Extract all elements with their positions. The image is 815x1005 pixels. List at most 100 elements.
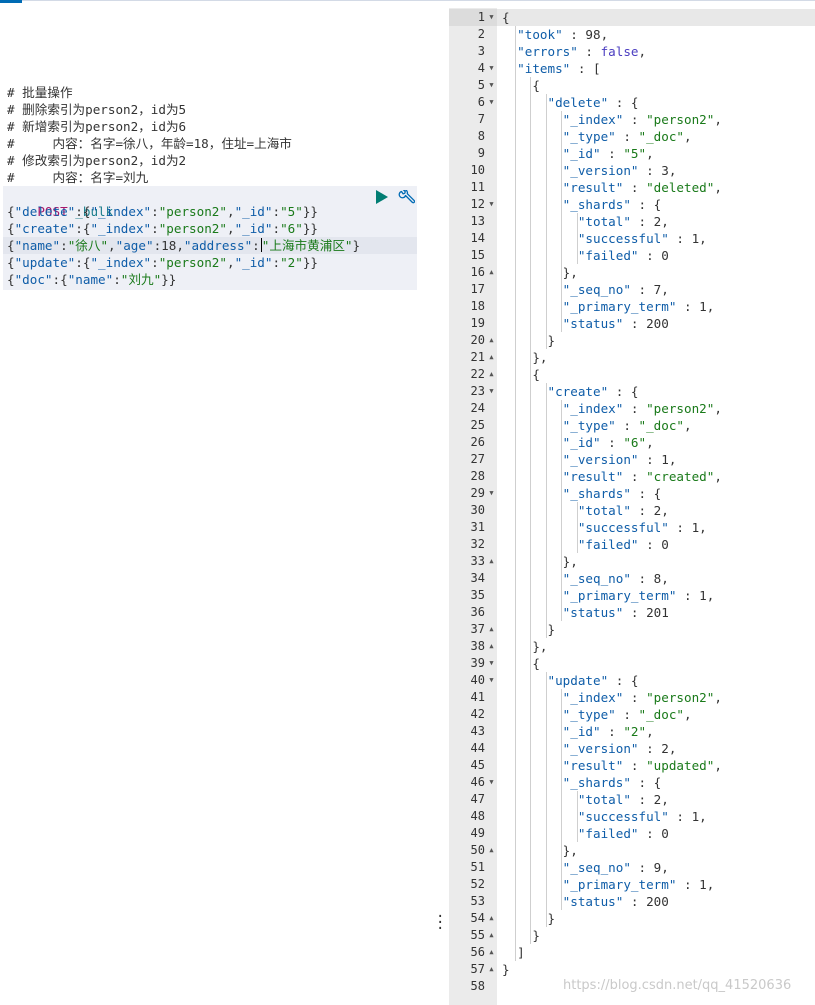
fold-collapse-icon[interactable]: ▼ [487,9,496,26]
fold-collapse-icon[interactable]: ▼ [487,196,496,213]
response-line: "_id" : "2", [562,724,654,739]
line-number: 41 [470,690,485,704]
response-line: "_index" : "person2", [562,690,722,705]
fold-collapse-icon[interactable]: ▼ [487,655,496,672]
fold-collapse-icon[interactable]: ▼ [487,774,496,791]
run-button[interactable] [373,189,389,205]
line-number: 35 [470,588,485,602]
response-line: "result" : "updated", [562,758,722,773]
response-line: ] [502,945,525,960]
fold-expand-icon[interactable]: ▲ [487,621,496,638]
line-number: 5 [477,78,485,92]
response-line: }, [502,639,548,654]
comment-line: # 批量操作 [7,85,73,100]
line-number: 2 [477,27,485,41]
line-number: 25 [470,418,485,432]
fold-expand-icon[interactable]: ▲ [487,638,496,655]
fold-expand-icon[interactable]: ▲ [487,944,496,961]
response-line: "total" : 2, [577,503,669,518]
vertical-dots-icon: · · · [436,909,445,937]
response-line: "_shards" : { [562,197,662,212]
response-line: "_id" : "6", [562,435,654,450]
line-number: 26 [470,435,485,449]
line-number: 40 [470,673,485,687]
line-number: 58 [470,979,485,993]
response-line: }, [502,265,578,280]
line-number: 23 [470,384,485,398]
response-line: "update" : { [547,673,639,688]
line-number: 7 [477,112,485,126]
line-number: 4 [477,61,485,75]
fold-collapse-icon[interactable]: ▼ [487,94,496,111]
indent-guide [545,94,547,349]
line-number: 18 [470,299,485,313]
fold-collapse-icon[interactable]: ▼ [487,77,496,94]
response-line: "failed" : 0 [577,826,669,841]
panel-resize-handle[interactable]: · · · [436,910,444,936]
fold-expand-icon[interactable]: ▲ [487,264,496,281]
response-line: }, [502,350,548,365]
indent-guide [545,672,547,927]
line-number: 51 [470,860,485,874]
response-line: { [502,78,540,93]
line-number: 1 [477,10,485,24]
watermark: https://blog.csdn.net/qq_41520636 [563,978,792,993]
response-line: } [502,622,556,637]
line-number: 37 [470,622,485,636]
comment-line: # 修改索引为person2，id为2 [7,153,187,168]
indent-guide [576,502,578,553]
indent-guide [545,383,547,638]
fold-expand-icon[interactable]: ▲ [487,366,496,383]
wrench-icon [398,189,415,203]
response-line: "took" : 98, [517,27,609,42]
line-number: 14 [470,231,485,245]
fold-expand-icon[interactable]: ▲ [487,332,496,349]
play-icon [375,190,388,204]
fold-collapse-icon[interactable]: ▼ [487,383,496,400]
response-line: "total" : 2, [577,792,669,807]
line-number: 30 [470,503,485,517]
fold-collapse-icon[interactable]: ▼ [487,672,496,689]
request-editor[interactable]: # 批量操作 # 删除索引为person2，id为5 # 新增索引为person… [3,3,417,1003]
line-number: 57 [470,962,485,976]
request-body-line: {"name":"徐八","age":18,"address": "上海市黄浦区"… [7,238,361,253]
response-line: "status" : 201 [562,605,669,620]
indent-guide [576,213,578,264]
line-number: 20 [470,333,485,347]
fold-expand-icon[interactable]: ▲ [487,349,496,366]
fold-expand-icon[interactable]: ▲ [487,961,496,978]
response-line: "_version" : 3, [562,163,677,178]
response-line: "_shards" : { [562,775,662,790]
response-line: "_version" : 2, [562,741,677,756]
line-number: 45 [470,758,485,772]
response-line: } [502,333,556,348]
response-line: "status" : 200 [562,316,669,331]
comment-line: # 内容：名字=刘九 [7,170,149,185]
line-number: 31 [470,520,485,534]
line-number: 13 [470,214,485,228]
fold-expand-icon[interactable]: ▲ [487,927,496,944]
response-line: "items" : [ [517,61,601,76]
settings-button[interactable] [397,189,415,207]
fold-collapse-icon[interactable]: ▼ [487,60,496,77]
response-line: "total" : 2, [577,214,669,229]
line-number: 42 [470,707,485,721]
line-number: 47 [470,792,485,806]
line-number: 8 [477,129,485,143]
fold-collapse-icon[interactable]: ▼ [487,485,496,502]
fold-expand-icon[interactable]: ▲ [487,553,496,570]
line-number: 6 [477,95,485,109]
line-number: 39 [470,656,485,670]
response-line: "successful" : 1, [577,809,707,824]
line-number: 56 [470,945,485,959]
line-number: 11 [470,180,485,194]
response-line: "_index" : "person2", [562,112,722,127]
line-number: 16 [470,265,485,279]
response-line: "_seq_no" : 9, [562,860,669,875]
response-line: "_primary_term" : 1, [562,588,715,603]
response-line: }, [502,843,578,858]
fold-expand-icon[interactable]: ▲ [487,910,496,927]
fold-expand-icon[interactable]: ▲ [487,842,496,859]
indent-guide [561,111,562,332]
indent-guide [561,689,562,910]
